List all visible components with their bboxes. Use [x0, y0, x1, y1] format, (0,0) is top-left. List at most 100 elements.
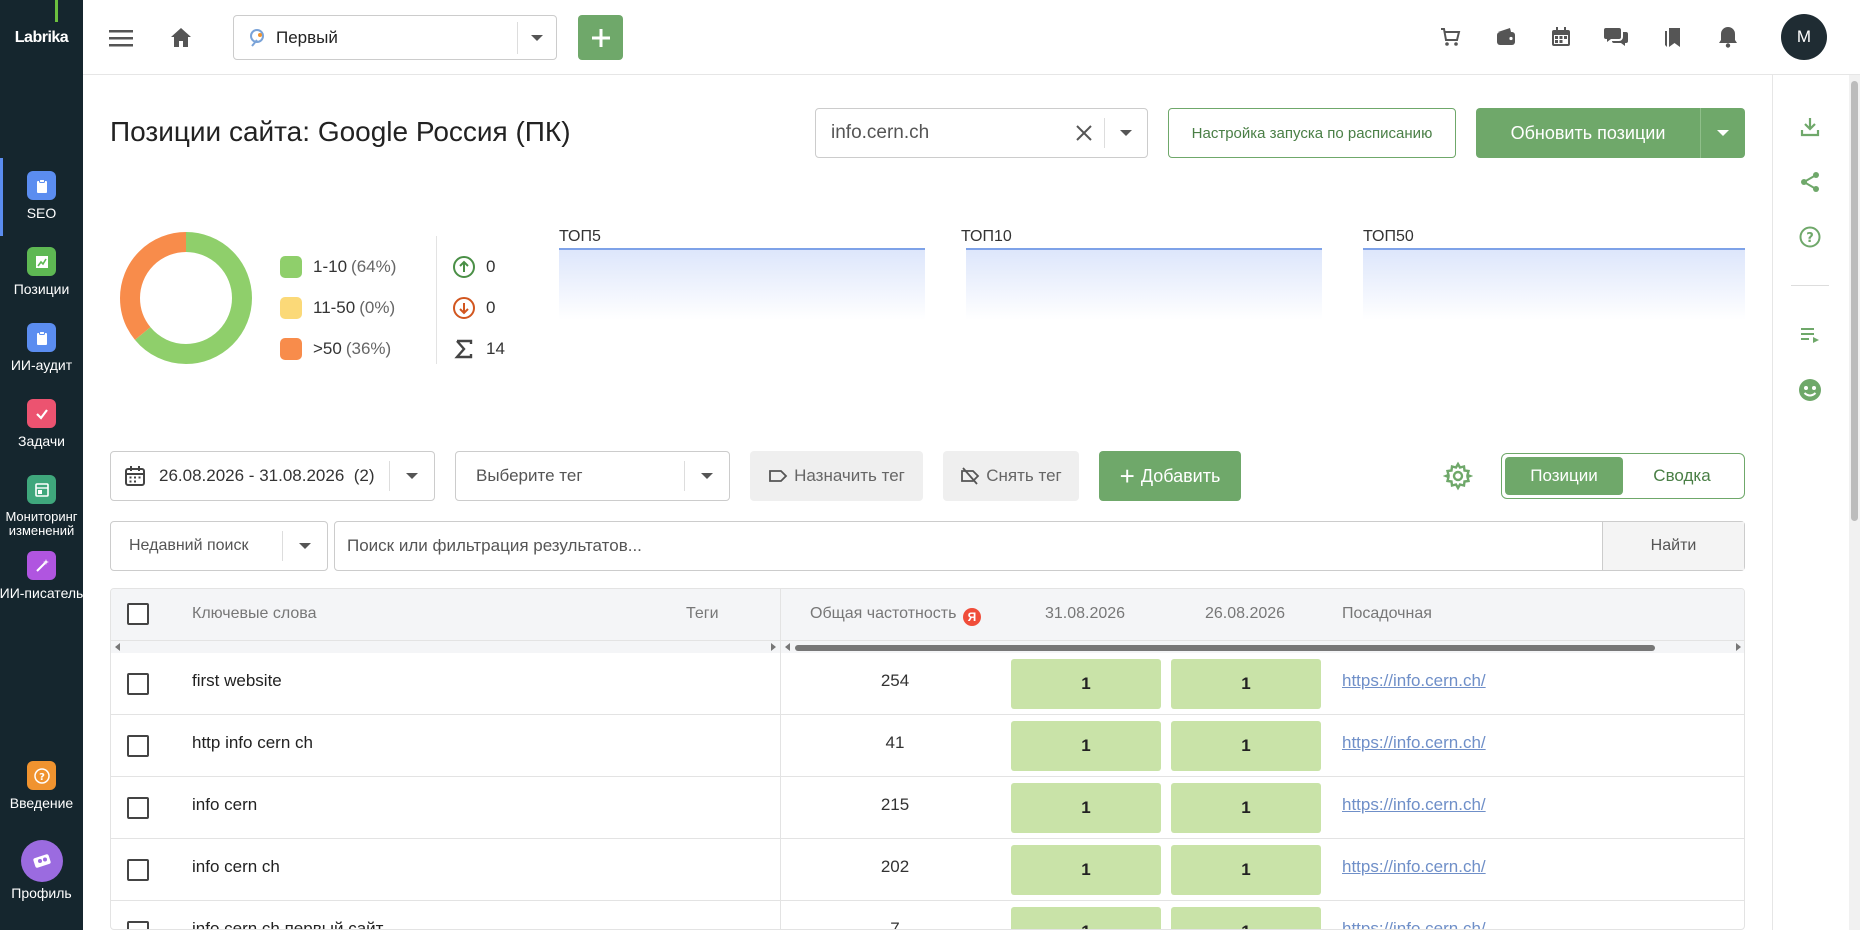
avatar-letter: M [1796, 27, 1812, 46]
column-divider [780, 589, 781, 929]
tag-select[interactable]: Выберите тег [455, 451, 730, 501]
calendar-icon[interactable] [1546, 22, 1576, 52]
landing-url-link[interactable]: https://info.cern.ch/ [1342, 919, 1486, 929]
sidebar-item-profile[interactable]: Профиль [0, 828, 83, 908]
row-checkbox[interactable] [127, 673, 149, 695]
add-keyword-button[interactable]: + Добавить [1099, 451, 1241, 501]
table-row: first website 254 1 1 https://info.cern.… [111, 653, 1744, 715]
left-horizontal-scrollbar[interactable] [111, 641, 780, 653]
positions-total-count: 14 [486, 338, 505, 358]
sidebar-item-label: Введение [9, 795, 74, 811]
select-all-checkbox[interactable] [127, 603, 149, 625]
landing-url-link[interactable]: https://info.cern.ch/ [1342, 795, 1486, 815]
scroll-right-arrow[interactable] [1736, 643, 1741, 651]
row-checkbox[interactable] [127, 859, 149, 881]
sidebar-item-seo[interactable]: SEO [0, 158, 83, 238]
chevron-down-icon[interactable] [283, 542, 327, 550]
row-checkbox[interactable] [127, 797, 149, 819]
cart-icon[interactable] [1435, 22, 1465, 52]
project-select[interactable]: Первый [233, 15, 557, 60]
row-checkbox[interactable] [127, 921, 149, 929]
keyword-cell: info cern ch [192, 857, 280, 876]
position-cell-date1[interactable]: 1 [1011, 907, 1161, 929]
view-summary-option[interactable]: Сводка [1623, 457, 1741, 495]
recent-search-select[interactable]: Недавний поиск [110, 521, 328, 571]
position-cell-date1[interactable]: 1 [1011, 783, 1161, 833]
user-avatar[interactable]: M [1781, 14, 1827, 60]
sidebar-item-ai-audit[interactable]: ИИ-аудит [0, 310, 83, 390]
chat-icon[interactable] [1601, 22, 1631, 52]
position-changes: 0 0 14 [452, 246, 505, 369]
sidebar-item-tasks[interactable]: Задачи [0, 386, 83, 466]
divider [1791, 285, 1829, 286]
position-cell-date1[interactable]: 1 [1011, 721, 1161, 771]
position-donut-chart [120, 232, 252, 364]
chevron-down-icon[interactable] [518, 34, 556, 42]
date-range-select[interactable]: 26.08.2026 - 31.08.2026 (2) [110, 451, 435, 501]
chevron-down-icon[interactable] [1701, 129, 1745, 137]
view-positions-option[interactable]: Позиции [1505, 457, 1623, 495]
sidebar-item-monitoring[interactable]: Мониторинг изменений [0, 462, 83, 542]
bookmarks-icon[interactable] [1657, 22, 1687, 52]
tag-off-icon [961, 467, 980, 485]
scrollbar-thumb[interactable] [1851, 81, 1858, 521]
landing-url-link[interactable]: https://info.cern.ch/ [1342, 733, 1486, 753]
position-cell-date2[interactable]: 1 [1171, 783, 1321, 833]
frequency-cell: 202 [880, 857, 910, 876]
position-cell-date2[interactable]: 1 [1171, 659, 1321, 709]
column-keywords[interactable]: Ключевые слова [192, 605, 317, 623]
add-keyword-label: Добавить [1140, 465, 1221, 486]
sidebar-item-intro[interactable]: ? Введение [0, 748, 83, 828]
update-positions-button[interactable]: Обновить позиции [1476, 108, 1745, 158]
position-cell-date2[interactable]: 1 [1171, 907, 1321, 929]
row-checkbox[interactable] [127, 735, 149, 757]
bell-icon[interactable] [1713, 22, 1743, 52]
chevron-down-icon[interactable] [1105, 129, 1147, 137]
position-cell-date2[interactable]: 1 [1171, 721, 1321, 771]
share-icon[interactable] [1795, 167, 1825, 197]
column-tags[interactable]: Теги [686, 605, 719, 623]
scroll-left-arrow[interactable] [785, 643, 790, 651]
position-cell-date1[interactable]: 1 [1011, 659, 1161, 709]
add-project-button[interactable] [578, 15, 623, 60]
playlist-icon[interactable] [1795, 320, 1825, 350]
sidebar-item-label: Задачи [17, 433, 65, 449]
table-header: Ключевые слова Теги Общая частотность Я … [111, 589, 1744, 641]
remove-tag-button[interactable]: Снять тег [943, 451, 1079, 501]
right-horizontal-scrollbar[interactable] [781, 641, 1744, 653]
clear-icon[interactable] [1064, 124, 1104, 142]
table-row: http info cern ch 41 1 1 https://info.ce… [111, 715, 1744, 777]
page-scrollbar[interactable] [1849, 75, 1860, 930]
chevron-down-icon[interactable] [390, 472, 434, 480]
left-sidebar: Labrika SEO Позиции ИИ-аудит Задачи Мони… [0, 0, 83, 930]
column-date-2[interactable]: 26.08.2026 [1205, 605, 1285, 623]
chevron-down-icon[interactable] [685, 472, 729, 480]
site-select[interactable]: info.cern.ch [815, 108, 1148, 158]
assign-tag-button[interactable]: Назначить тег [750, 451, 923, 501]
search-input[interactable] [335, 522, 1602, 570]
support-face-icon[interactable] [1795, 375, 1825, 405]
plus-icon [591, 28, 610, 47]
sidebar-item-positions[interactable]: Позиции [0, 234, 83, 314]
landing-url-link[interactable]: https://info.cern.ch/ [1342, 671, 1486, 691]
column-landing[interactable]: Посадочная [1342, 605, 1432, 623]
home-icon[interactable] [165, 22, 197, 54]
wallet-icon[interactable] [1491, 22, 1521, 52]
position-cell-date2[interactable]: 1 [1171, 845, 1321, 895]
find-button[interactable]: Найти [1602, 522, 1744, 570]
landing-url-link[interactable]: https://info.cern.ch/ [1342, 857, 1486, 877]
scroll-left-arrow[interactable] [115, 643, 120, 651]
menu-icon[interactable] [105, 22, 137, 54]
gear-icon[interactable] [1442, 461, 1474, 491]
column-frequency[interactable]: Общая частотность Я [810, 605, 981, 626]
schedule-button[interactable]: Настройка запуска по расписанию [1168, 108, 1456, 158]
column-date-1[interactable]: 31.08.2026 [1045, 605, 1125, 623]
sidebar-item-ai-writer[interactable]: ИИ-писатель [0, 538, 83, 618]
keyword-cell: info cern [192, 795, 258, 814]
logo[interactable]: Labrika [0, 0, 83, 75]
position-cell-date1[interactable]: 1 [1011, 845, 1161, 895]
download-icon[interactable] [1795, 112, 1825, 142]
scrollbar-thumb[interactable] [795, 645, 1655, 651]
help-icon[interactable]: ? [1795, 222, 1825, 252]
scroll-right-arrow[interactable] [771, 643, 776, 651]
